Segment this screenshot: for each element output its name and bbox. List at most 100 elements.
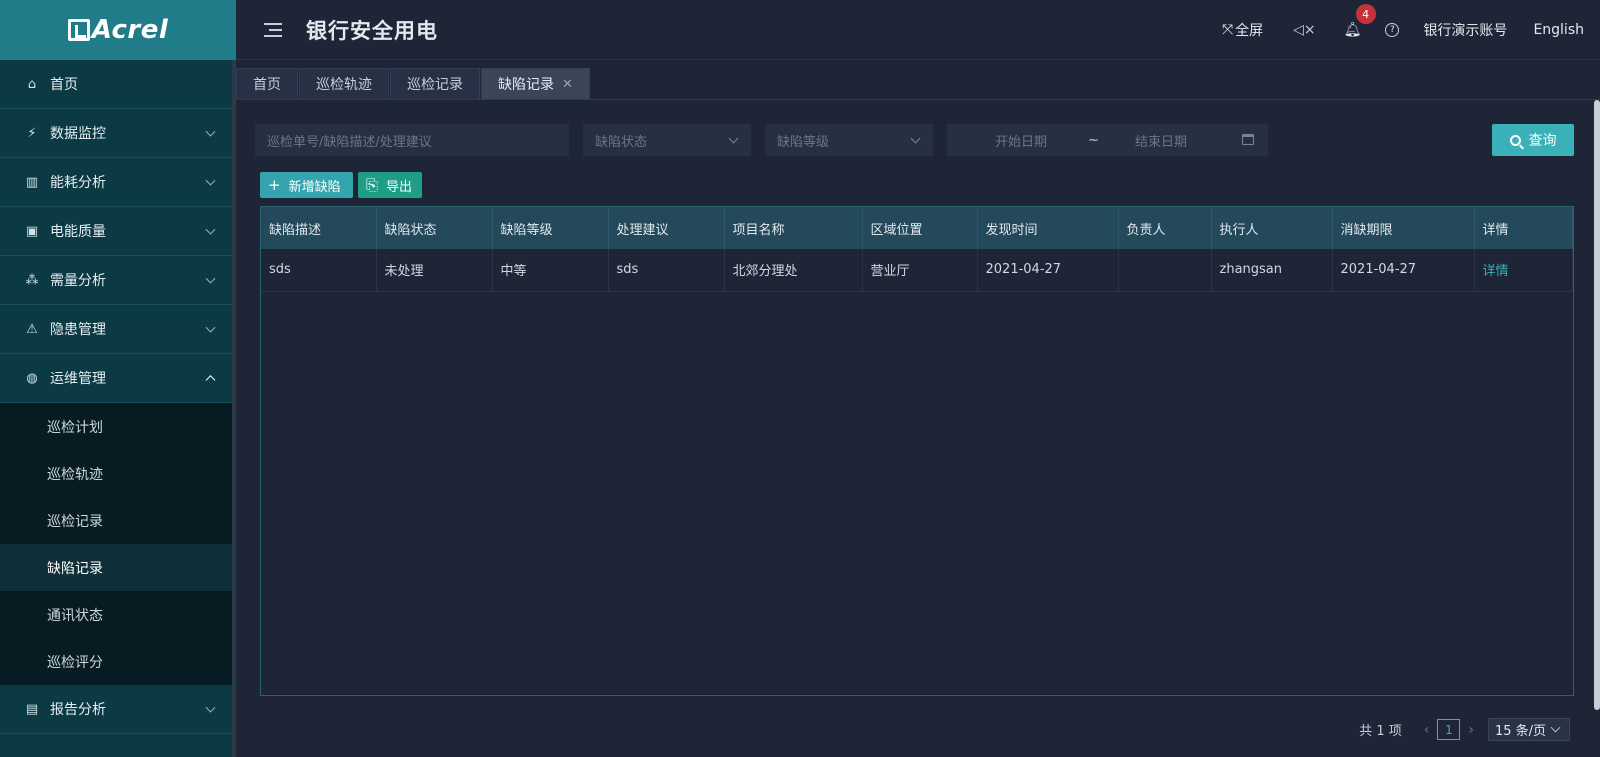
calendar-icon bbox=[1242, 134, 1254, 145]
menu-collapse-icon[interactable] bbox=[264, 22, 282, 37]
search-icon bbox=[1509, 134, 1521, 146]
end-date-input[interactable]: 结束日期 bbox=[1135, 131, 1187, 150]
logo[interactable]: Acrel bbox=[0, 0, 236, 60]
chevron-down-icon bbox=[728, 133, 739, 144]
date-range-picker[interactable]: 开始日期 ~ 结束日期 bbox=[947, 124, 1268, 156]
app-root: Acrel ⌂ 首页 ⚡ 数据监控 ▥ 能耗分析 ▣ 电能质量 ⁂ 需量分析 ⚠… bbox=[0, 0, 1600, 757]
close-icon[interactable]: ✕ bbox=[562, 77, 573, 92]
table-row: sds 未处理 中等 sds 北郊分理处 营业厅 2021-04-27 zhan… bbox=[261, 249, 1573, 291]
page-size-select[interactable]: 15 条/页 bbox=[1488, 718, 1570, 741]
total-count: 共 1 项 bbox=[1359, 724, 1402, 739]
sidebar-item-label: 电能质量 bbox=[50, 224, 106, 240]
query-label: 查询 bbox=[1528, 133, 1557, 149]
cell-deadline: 2021-04-27 bbox=[1332, 249, 1475, 291]
home-icon: ⌂ bbox=[27, 76, 37, 92]
notification-button[interactable]: 🔔︎ 4 bbox=[1343, 4, 1376, 38]
export-label: 导出 bbox=[386, 179, 413, 195]
chevron-down-icon bbox=[205, 702, 216, 713]
add-defect-button[interactable]: + 新增缺陷 bbox=[260, 172, 353, 198]
cell-status: 未处理 bbox=[376, 249, 493, 291]
submenu-item-inspection-record[interactable]: 巡检记录 bbox=[0, 497, 236, 544]
sidebar-item-energy-analysis[interactable]: ▥ 能耗分析 bbox=[0, 158, 236, 207]
column-header: 执行人 bbox=[1211, 207, 1333, 249]
sidebar-item-operations[interactable]: ◍ 运维管理 bbox=[0, 354, 236, 403]
sidebar-item-report-analysis[interactable]: ▤ 报告分析 bbox=[0, 685, 236, 734]
submenu-item-comm-status[interactable]: 通讯状态 bbox=[0, 591, 236, 638]
account-menu[interactable]: 银行演示账号 bbox=[1423, 20, 1507, 40]
column-header: 区域位置 bbox=[862, 207, 978, 249]
detail-link[interactable]: 详情 bbox=[1474, 249, 1573, 291]
tab-label: 缺陷记录 bbox=[498, 77, 554, 93]
page-tabs: 首页 巡检轨迹 巡检记录 缺陷记录 ✕ bbox=[236, 68, 591, 99]
monitor-icon: ⚡ bbox=[27, 125, 37, 141]
logo-glyph-icon bbox=[67, 19, 90, 41]
next-page-icon[interactable]: › bbox=[1468, 722, 1474, 738]
prev-page-icon[interactable]: ‹ bbox=[1424, 722, 1430, 738]
sidebar-item-label: 首页 bbox=[50, 77, 78, 93]
sidebar-item-label: 隐患管理 bbox=[50, 322, 106, 338]
submenu-item-inspection-plan[interactable]: 巡检计划 bbox=[0, 403, 236, 450]
fullscreen-button[interactable]: ⤧ 全屏 bbox=[1222, 20, 1263, 40]
tab-inspection-record[interactable]: 巡检记录 bbox=[390, 68, 480, 99]
mute-icon[interactable]: ◁× bbox=[1293, 22, 1316, 38]
scrollbar-thumb[interactable] bbox=[1594, 100, 1600, 710]
add-label: 新增缺陷 bbox=[288, 179, 341, 195]
column-header: 处理建议 bbox=[608, 207, 725, 249]
tab-label: 巡检记录 bbox=[407, 77, 463, 93]
defect-table-grid: 缺陷描述 缺陷状态 缺陷等级 处理建议 项目名称 区域位置 发现时间 负责人 执… bbox=[261, 207, 1573, 292]
cell-suggestion: sds bbox=[608, 249, 725, 291]
plus-icon: + bbox=[268, 176, 281, 194]
column-header: 详情 bbox=[1474, 207, 1573, 249]
sidebar-item-demand-analysis[interactable]: ⁂ 需量分析 bbox=[0, 256, 236, 305]
defect-level-select[interactable]: 缺陷等级 bbox=[765, 124, 933, 156]
page-number[interactable]: 1 bbox=[1437, 719, 1461, 740]
logo-text: Acrel bbox=[91, 15, 169, 45]
tab-label: 首页 bbox=[253, 77, 281, 93]
cell-owner bbox=[1118, 249, 1212, 291]
sidebar-item-label: 报告分析 bbox=[50, 702, 106, 718]
main-content: 巡检单号/缺陷描述/处理建议 缺陷状态 缺陷等级 开始日期 ~ 结束日期 查询 … bbox=[236, 100, 1600, 757]
tab-defect-record[interactable]: 缺陷记录 ✕ bbox=[481, 68, 590, 99]
notification-badge: 4 bbox=[1355, 4, 1376, 24]
tab-inspection-track[interactable]: 巡检轨迹 bbox=[299, 68, 389, 99]
chevron-down-icon bbox=[205, 175, 216, 186]
column-header: 项目名称 bbox=[724, 207, 863, 249]
start-date-input[interactable]: 开始日期 bbox=[995, 131, 1047, 150]
sidebar-item-label: 数据监控 bbox=[50, 126, 106, 142]
bell-icon: 🔔︎ bbox=[1343, 22, 1362, 38]
query-button[interactable]: 查询 bbox=[1492, 124, 1574, 156]
report-icon: ▤ bbox=[25, 701, 39, 717]
submenu-item-inspection-score[interactable]: 巡检评分 bbox=[0, 638, 236, 685]
keyword-placeholder: 巡检单号/缺陷描述/处理建议 bbox=[267, 134, 432, 150]
table-header-row: 缺陷描述 缺陷状态 缺陷等级 处理建议 项目名称 区域位置 发现时间 负责人 执… bbox=[261, 207, 1573, 249]
paperclip-icon: ⎘ bbox=[366, 176, 379, 194]
defect-status-select[interactable]: 缺陷状态 bbox=[583, 124, 751, 156]
level-placeholder: 缺陷等级 bbox=[777, 134, 830, 150]
submenu-item-inspection-track[interactable]: 巡检轨迹 bbox=[0, 450, 236, 497]
export-button[interactable]: ⎘ 导出 bbox=[358, 172, 422, 198]
chevron-down-icon bbox=[205, 126, 216, 137]
chevron-down-icon bbox=[910, 133, 921, 144]
sidebar-item-hazard-management[interactable]: ⚠ 隐患管理 bbox=[0, 305, 236, 354]
column-header: 缺陷等级 bbox=[492, 207, 609, 249]
sidebar-item-power-quality[interactable]: ▣ 电能质量 bbox=[0, 207, 236, 256]
chevron-down-icon bbox=[205, 273, 216, 284]
chevron-down-icon bbox=[205, 224, 216, 235]
column-header: 负责人 bbox=[1118, 207, 1212, 249]
help-icon[interactable]: ? bbox=[1385, 23, 1400, 37]
sidebar-menu-bottom: ▤ 报告分析 bbox=[0, 685, 236, 734]
chevron-down-icon bbox=[205, 322, 216, 333]
sidebar-item-home[interactable]: ⌂ 首页 bbox=[0, 60, 236, 109]
tab-home[interactable]: 首页 bbox=[236, 68, 298, 99]
language-switch[interactable]: English bbox=[1533, 22, 1584, 38]
column-header: 缺陷状态 bbox=[376, 207, 493, 249]
cell-description: sds bbox=[261, 249, 377, 291]
content-scrollbar[interactable] bbox=[1594, 100, 1600, 757]
fullscreen-icon: ⤧ bbox=[1221, 22, 1234, 38]
submenu-item-defect-record[interactable]: 缺陷记录 bbox=[0, 544, 236, 591]
sidebar-item-label: 运维管理 bbox=[50, 371, 106, 387]
sidebar-item-data-monitor[interactable]: ⚡ 数据监控 bbox=[0, 109, 236, 158]
keyword-search-input[interactable]: 巡检单号/缺陷描述/处理建议 bbox=[255, 124, 569, 156]
cell-found-time: 2021-04-27 bbox=[977, 249, 1119, 291]
acrel-logo: Acrel bbox=[67, 15, 169, 45]
